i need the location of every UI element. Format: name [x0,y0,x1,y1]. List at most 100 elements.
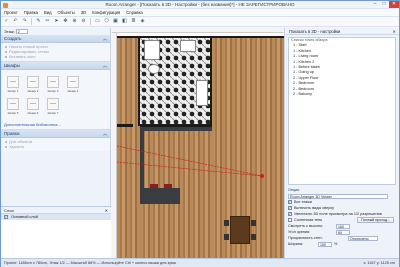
floor-selector[interactable]: Этаж: 2 [1,28,110,35]
pencil-icon[interactable]: ✎ [35,18,42,25]
catalog-item-label: Шкаф 1 [7,89,19,93]
edit-section-title: Правка [4,131,20,136]
transparency-label: Прозрачность стен: [288,236,323,240]
catalog-section-title: Шкафы [4,63,20,68]
enlarge-viewport-checkbox[interactable] [288,211,292,217]
create-section-title: Создать [4,36,22,41]
layers-title: Слои [4,208,14,213]
move-icon[interactable]: ✥ [62,18,69,25]
view-lines [116,145,264,178]
catalog-item-7[interactable] [47,98,59,110]
floor-field[interactable]: 2 [15,29,28,35]
edit-links: Для объекта Удалить [1,138,110,151]
collapse-icon[interactable]: ︽ [103,130,107,138]
zoom-in-icon[interactable]: ⊕ [71,18,78,25]
object-icon[interactable]: ◧ [121,18,128,25]
angle-label: Угол зрения: [288,230,311,234]
title-bar: Room Arranger - [Показать в 3D - Настрой… [1,1,399,9]
insert-window-link[interactable]: Вставить окно [1,54,110,59]
catalog-item-label: Шкаф 7 [47,111,59,115]
close-icon[interactable]: ✕ [105,207,108,214]
floor-label: Этаж: [4,29,15,34]
checkbox-label: Увеличить 3D поле просмотра на 1/2 разре… [294,212,382,216]
panel-header: Показать в 3D - настройки ✕ [286,28,399,35]
status-bar: Проект: 1186cm x 780cm, Этаж 1/2 — Масшт… [1,258,399,267]
close-button[interactable]: ✕ [389,1,399,8]
more-library-link[interactable]: Дополнительная библиотека... [1,122,61,128]
viewpoint-list: Список точек обзора 1 - Start 1 - Kitche… [288,37,396,185]
zoom-out-icon[interactable]: ⊖ [80,18,87,25]
create-links: Начать новый проект Редактировать стены … [1,43,110,62]
list-item[interactable]: 2 - Balcony [289,92,395,97]
catalog-item-4[interactable] [67,76,79,88]
width-unit: % [334,242,338,246]
menu-help[interactable]: Справка [126,10,142,15]
cursor-icon[interactable]: ➤ [53,18,60,25]
check-icon[interactable]: ✓ [3,18,10,25]
checkbox-label: Все этажи [294,200,312,204]
layer-visibility-checkbox[interactable] [4,214,8,220]
collapse-icon[interactable]: ︽ [103,62,107,70]
floor-plan-canvas[interactable] [112,28,285,258]
width-field[interactable]: 100 [318,241,332,247]
catalog-item-label: Шкаф 2 [27,89,39,93]
edit-section-header[interactable]: Правка ︽ [1,130,110,138]
layer-row[interactable]: Основной слой [1,214,111,220]
catalog-item-2[interactable] [27,76,39,88]
checkbox-label: Солнечная тень [294,218,323,222]
close-icon[interactable]: ✕ [392,28,396,35]
width-row: Ширина: 100 % [288,241,396,247]
top-views-checkbox[interactable] [288,205,292,211]
height-label: Смотреть с высоты: [288,224,324,228]
polygon-icon[interactable]: ⬠ [103,18,110,25]
collapse-icon[interactable]: ︽ [103,35,107,43]
catalog-item-label: Шкаф 5 [7,111,19,115]
catalog-item-3[interactable] [47,76,59,88]
view3d-icon[interactable]: ◈ [139,18,146,25]
height-field[interactable]: 160 [336,223,350,229]
layers-panel: Слои ✕ Основной слой [1,206,111,258]
transparency-select[interactable]: Отключено [348,235,378,241]
layer-name: Основной слой [11,215,38,219]
window-title: Room Arranger - [Показать в 3D - Настрой… [105,2,295,7]
catalog-item-label: Шкаф 6 [27,111,39,115]
engine-select[interactable]: Room Arranger 3D Viewer [288,193,388,199]
options-section: Опции Room Arranger 3D Viewer Все этажи … [288,187,396,247]
app-window: Room Arranger - [Показать в 3D - Настрой… [0,0,400,267]
right-panel: Показать в 3D - настройки ✕ Список точек… [286,28,399,258]
catalog-item-label: Шкаф 3 [47,89,59,93]
catalog-item-1[interactable] [7,76,19,88]
catalog-item-6[interactable] [27,98,39,110]
menu-config[interactable]: Конфигурация [92,10,120,15]
status-text: Проект: 1186cm x 780cm, Этаж 1/2 — Масшт… [4,261,176,265]
room-icon[interactable]: ▣ [112,18,119,25]
angle-field[interactable]: 60 [336,229,350,235]
checkbox-label: Включить виды сверху [294,206,335,210]
redo-icon[interactable]: ↷ [21,18,28,25]
wall-icon[interactable]: ▭ [94,18,101,25]
panel-title: Показать в 3D - настройки [289,29,341,34]
sun-shadow-checkbox[interactable] [288,217,292,222]
layers-icon[interactable]: ≣ [130,18,137,25]
catalog-item-5[interactable] [7,98,19,110]
scissors-icon[interactable]: ✂ [44,18,51,25]
menu-objects[interactable]: Объекты [58,10,75,15]
menu-3d[interactable]: 3D [81,10,86,15]
undo-icon[interactable]: ↶ [12,18,19,25]
toolbar-separator [90,18,91,25]
toolbar-separator [31,18,32,25]
catalog-section-header[interactable]: Шкафы ︽ [1,62,110,70]
create-section-header[interactable]: Создать ︽ [1,35,110,43]
menu-bar: Проект Правка Вид Объекты 3D Конфигураци… [1,9,399,17]
all-floors-checkbox[interactable] [288,199,292,205]
width-label: Ширина: [288,242,304,246]
catalog-item-label: Шкаф 4 [67,89,79,93]
coordinates-readout: x: 1167 y: 1125 cm [363,261,395,265]
maximize-button[interactable]: □ [379,1,389,8]
menu-view[interactable]: Вид [44,10,52,15]
menu-edit[interactable]: Правка [24,10,38,15]
layers-header: Слои ✕ [1,207,111,214]
menu-project[interactable]: Проект [4,10,18,15]
delete-link[interactable]: Удалить [1,144,110,149]
toolbar: ✓ ↶ ↷ ✎ ✂ ➤ ✥ ⊕ ⊖ ▭ ⬠ ▣ ◧ ≣ ◈ [1,17,399,27]
